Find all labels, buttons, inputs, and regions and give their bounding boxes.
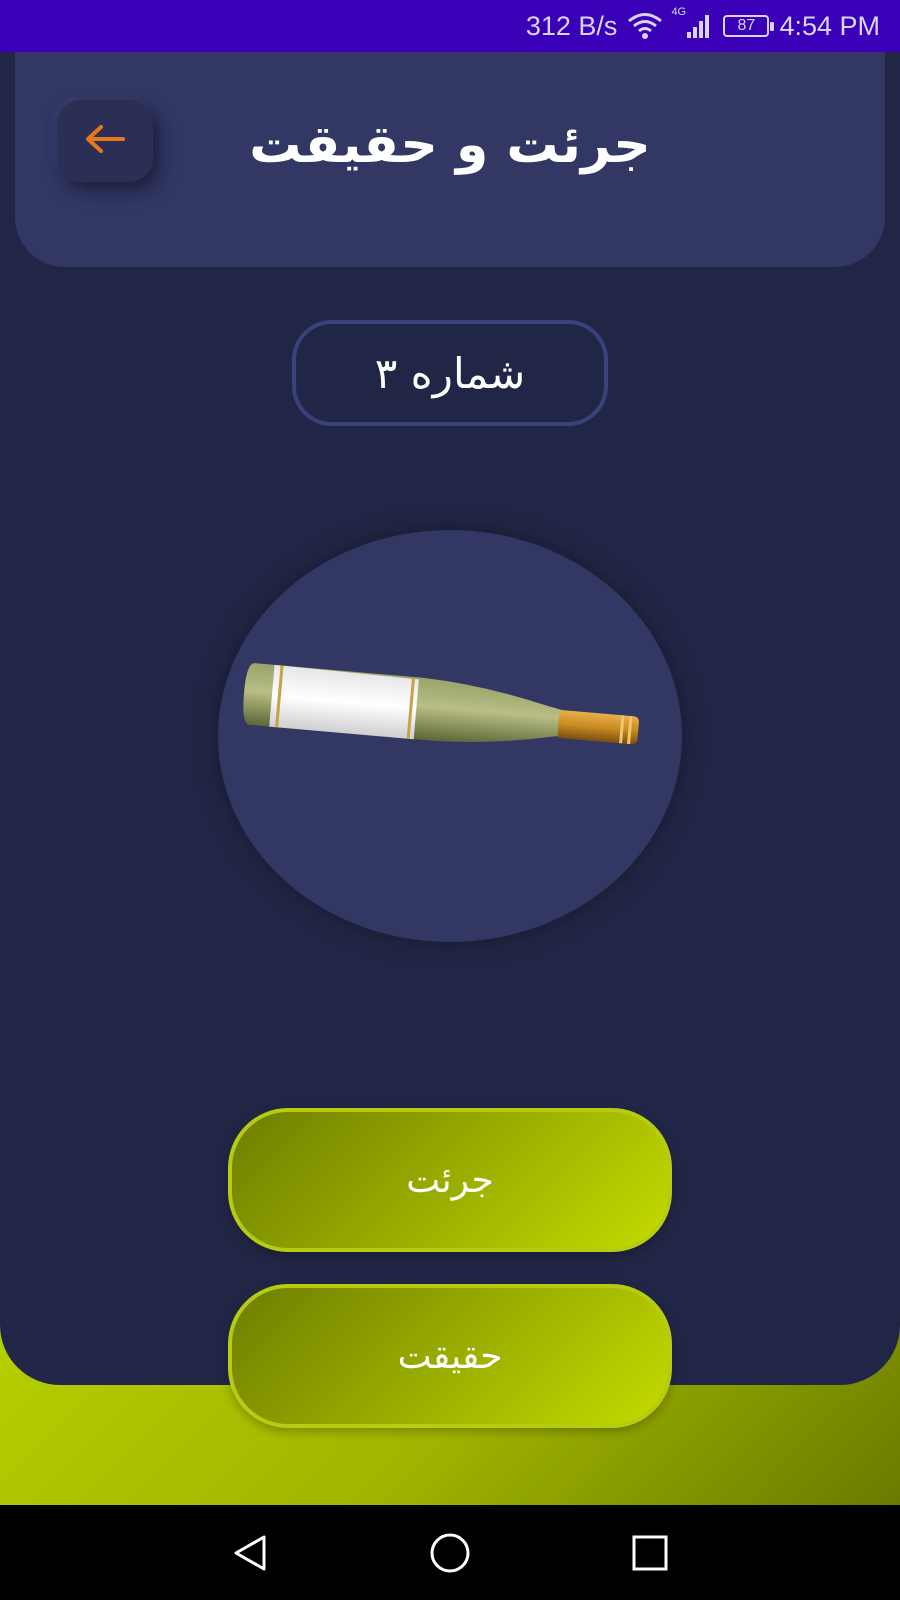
battery-level: 87 [737, 17, 756, 34]
back-triangle-icon[interactable] [222, 1525, 278, 1581]
recents-square-icon[interactable] [622, 1525, 678, 1581]
back-button[interactable] [57, 100, 153, 182]
status-bar: 312 B/s 4G 87 4:54 PM [0, 0, 900, 52]
player-number-badge: شماره ۳ [292, 320, 608, 426]
network-speed: 312 B/s [525, 10, 618, 41]
bottle-image[interactable] [240, 660, 652, 790]
signal-icon: 4G [671, 6, 713, 40]
dare-button-label: جرئت [406, 1159, 494, 1201]
clock: 4:54 PM [779, 10, 880, 41]
page-title: جرئت و حقیقت [249, 115, 651, 175]
truth-button[interactable]: حقیقت [228, 1284, 672, 1428]
network-type: 4G [671, 6, 687, 18]
battery-icon: 87 [723, 15, 775, 37]
home-circle-icon[interactable] [422, 1525, 478, 1581]
navigation-bar [0, 1505, 900, 1600]
wifi-icon [627, 12, 663, 40]
arrow-left-icon [83, 122, 127, 160]
dare-button[interactable]: جرئت [228, 1108, 672, 1252]
player-number-label: شماره ۳ [374, 348, 526, 398]
truth-button-label: حقیقت [397, 1335, 503, 1377]
